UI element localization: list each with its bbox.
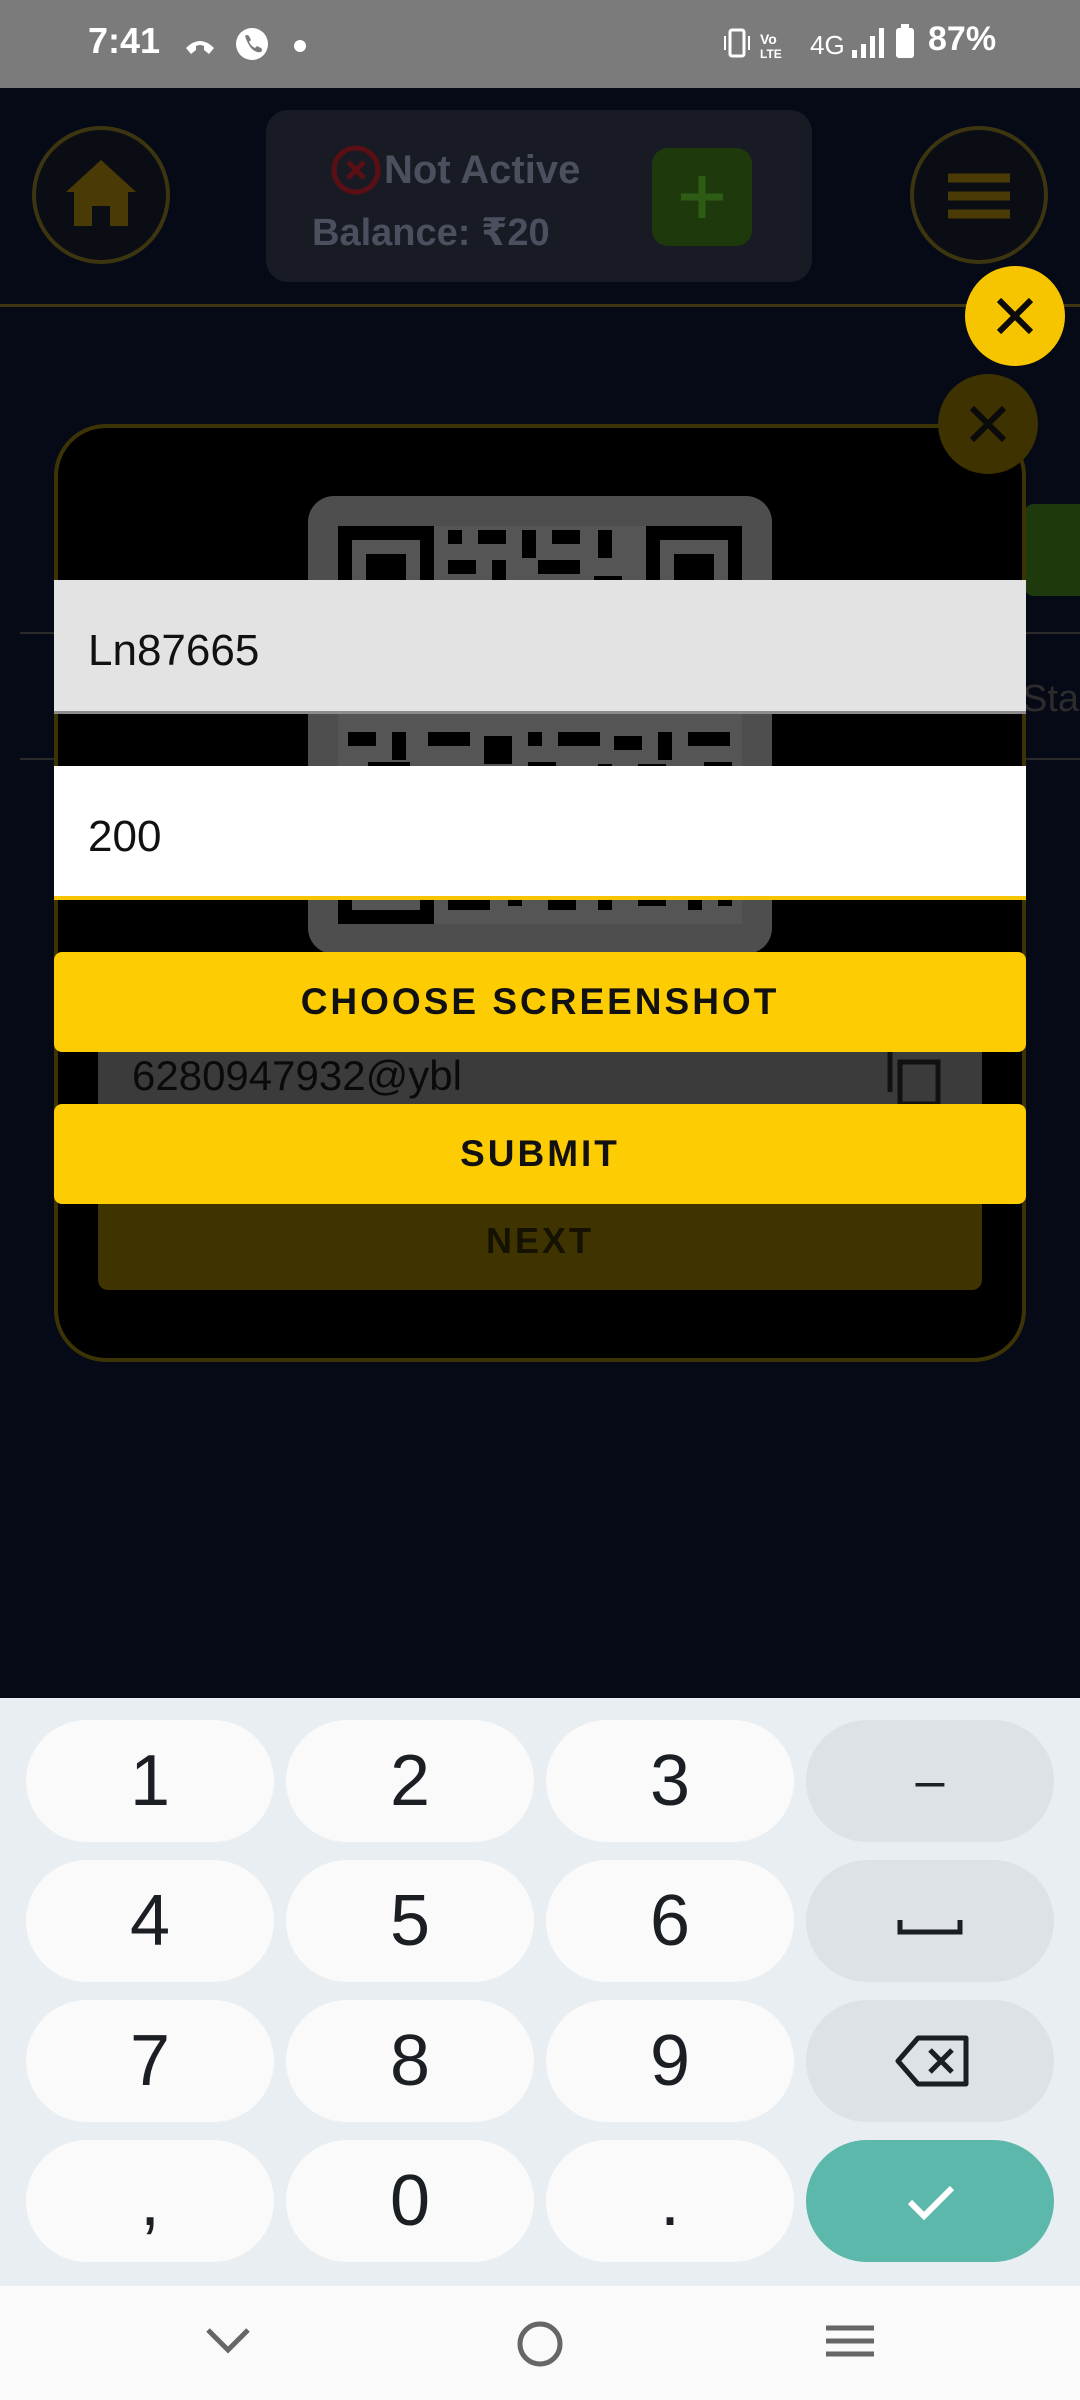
header-divider [0, 304, 1080, 307]
side-status-text: Sta [1022, 678, 1080, 720]
hamburger-icon [948, 173, 1010, 219]
notification-dot [294, 40, 306, 52]
copy-icon[interactable] [884, 1048, 944, 1108]
home-circle-icon[interactable] [510, 2314, 570, 2374]
key-period[interactable]: . [546, 2140, 794, 2262]
key-9[interactable]: 9 [546, 2000, 794, 2122]
user-id-field[interactable]: Ln87665 [54, 580, 1026, 714]
key-done[interactable] [806, 2140, 1054, 2262]
key-6[interactable]: 6 [546, 1860, 794, 1982]
call-icons [186, 28, 268, 60]
next-button[interactable]: NEXT [98, 1192, 982, 1290]
submit-button[interactable]: SUBMIT [54, 1104, 1026, 1204]
back-chevron-icon[interactable] [198, 2316, 258, 2366]
menu-button[interactable] [910, 126, 1048, 264]
close-icon [996, 297, 1034, 335]
network-label: 4G [810, 30, 845, 60]
checkmark-icon [907, 2185, 955, 2221]
amount-value: 200 [88, 812, 162, 861]
close-icon [969, 405, 1007, 443]
home-button[interactable] [32, 126, 170, 264]
svg-text:Vo: Vo [760, 31, 777, 47]
status-time: 7:41 [88, 20, 161, 61]
close-dialog-button[interactable] [938, 374, 1038, 474]
key-space[interactable] [806, 1860, 1054, 1982]
key-dash[interactable]: – [806, 1720, 1054, 1842]
side-green-tab [1024, 504, 1080, 596]
balance-label: Balance: ₹20 [312, 212, 550, 254]
key-comma[interactable]: , [26, 2140, 274, 2262]
key-backspace[interactable] [806, 2000, 1054, 2122]
recents-menu-icon[interactable] [820, 2316, 880, 2366]
svg-text:LTE: LTE [760, 47, 782, 61]
signal-icons: Vo LTE 4G [724, 24, 914, 61]
key-8[interactable]: 8 [286, 2000, 534, 2122]
status-bar: 7:41 Vo LTE 4G 87% [0, 0, 1080, 88]
key-5[interactable]: 5 [286, 1860, 534, 1982]
space-icon [897, 1920, 963, 1935]
key-4[interactable]: 4 [26, 1860, 274, 1982]
home-icon [66, 160, 136, 226]
key-3[interactable]: 3 [546, 1720, 794, 1842]
key-1[interactable]: 1 [26, 1720, 274, 1842]
system-navigation-bar [0, 2286, 1080, 2400]
upi-id: 6280947932@ybl [132, 1052, 462, 1099]
key-0[interactable]: 0 [286, 2140, 534, 2262]
key-7[interactable]: 7 [26, 2000, 274, 2122]
numeric-keyboard: 1 2 3 – 4 5 6 7 8 9 , 0 . [0, 1698, 1080, 2286]
key-2[interactable]: 2 [286, 1720, 534, 1842]
inactive-status-icon [331, 145, 381, 195]
account-status: Not Active [384, 148, 581, 192]
battery-percent: 87% [928, 20, 997, 58]
plus-icon [681, 176, 723, 218]
backspace-icon [895, 2035, 969, 2087]
add-balance-button[interactable] [652, 148, 752, 246]
user-id-value: Ln87665 [88, 626, 260, 675]
choose-screenshot-button[interactable]: CHOOSE SCREENSHOT [54, 952, 1026, 1052]
amount-field[interactable]: 200 [54, 766, 1026, 900]
close-form-button[interactable] [965, 266, 1065, 366]
